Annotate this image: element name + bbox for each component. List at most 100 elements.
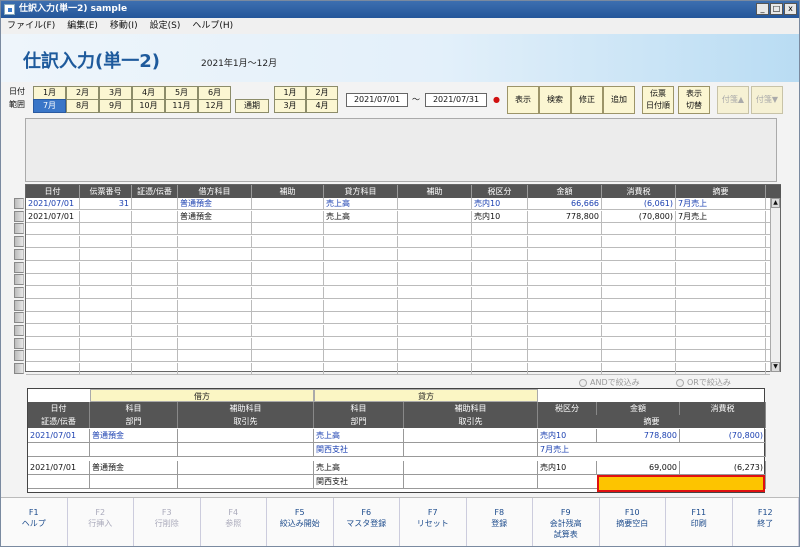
grid-column-header[interactable]: 補助 <box>398 185 472 198</box>
table-row[interactable]: 2021/07/01 普通預金 売上高 売内10 778,800 (70,800) 7月売上 <box>14 210 770 223</box>
grid-cell[interactable] <box>324 223 398 235</box>
table-row[interactable] <box>14 286 770 299</box>
table-row[interactable] <box>14 299 770 312</box>
grid-cell[interactable] <box>132 261 178 273</box>
grid-cell[interactable] <box>132 363 178 375</box>
detail-cell[interactable] <box>404 443 538 457</box>
grid-cell[interactable] <box>528 325 602 336</box>
row-selector[interactable] <box>14 261 24 273</box>
detail-cell[interactable]: 関西支社 <box>314 475 404 489</box>
grid-cell[interactable] <box>472 223 528 235</box>
sticky-up-button[interactable]: 付箋▲ <box>717 86 749 114</box>
grid-cell[interactable] <box>528 299 602 311</box>
function-key-f1[interactable]: F1 ヘルプ <box>1 498 68 546</box>
grid-cell[interactable] <box>26 248 80 260</box>
grid-cell[interactable] <box>178 363 252 375</box>
grid-cell[interactable] <box>252 261 324 273</box>
grid-cell[interactable] <box>676 299 766 311</box>
grid-cell[interactable] <box>80 312 132 324</box>
grid-column-header[interactable]: 補助 <box>252 185 324 198</box>
grid-cell[interactable] <box>178 261 252 273</box>
row-selector[interactable] <box>14 198 24 209</box>
detail-cell[interactable]: 普通預金 <box>90 429 178 443</box>
month-button[interactable]: 11月 <box>165 99 198 113</box>
grid-cell[interactable] <box>602 223 676 235</box>
grid-cell[interactable] <box>252 350 324 362</box>
grid-cell[interactable] <box>528 248 602 260</box>
grid-cell[interactable] <box>398 337 472 349</box>
grid-cell[interactable]: 普通預金 <box>178 210 252 222</box>
grid-cell[interactable] <box>324 363 398 375</box>
grid-cell[interactable] <box>472 261 528 273</box>
detail-cell[interactable]: 売内10 <box>538 461 597 475</box>
full-year-button[interactable]: 通期 <box>235 99 269 113</box>
detail-cell[interactable] <box>28 443 90 457</box>
grid-cell[interactable] <box>398 223 472 235</box>
grid-cell[interactable] <box>602 312 676 324</box>
grid-cell[interactable] <box>324 261 398 273</box>
grid-cell[interactable] <box>676 248 766 260</box>
grid-cell[interactable] <box>132 286 178 298</box>
function-key-f5[interactable]: F5 絞込み開始 <box>267 498 334 546</box>
minimize-button[interactable]: _ <box>756 3 769 15</box>
row-selector[interactable] <box>14 223 24 235</box>
grid-cell[interactable] <box>132 299 178 311</box>
grid-cell[interactable]: 778,800 <box>528 210 602 222</box>
grid-cell[interactable] <box>676 363 766 375</box>
grid-cell[interactable] <box>398 236 472 248</box>
month-button[interactable]: 2月 <box>66 86 99 100</box>
grid-cell[interactable]: 7月売上 <box>676 198 766 209</box>
grid-cell[interactable] <box>80 223 132 235</box>
row-selector[interactable] <box>14 210 24 222</box>
grid-cell[interactable] <box>178 350 252 362</box>
detail-cell[interactable]: 売上高 <box>314 461 404 475</box>
grid-cell[interactable] <box>80 261 132 273</box>
grid-cell[interactable] <box>676 236 766 248</box>
grid-cell[interactable] <box>324 299 398 311</box>
grid-cell[interactable] <box>602 299 676 311</box>
row-selector[interactable] <box>14 363 24 375</box>
function-key-f12[interactable]: F12 終了 <box>733 498 799 546</box>
scroll-down-icon[interactable]: ▼ <box>771 362 780 372</box>
function-key-f6[interactable]: F6 マスタ登録 <box>334 498 400 546</box>
grid-cell[interactable] <box>472 248 528 260</box>
grid-cell[interactable] <box>324 350 398 362</box>
grid-cell[interactable] <box>528 274 602 286</box>
detail-cell[interactable]: 売上高 <box>314 429 404 443</box>
grid-cell[interactable] <box>80 236 132 248</box>
grid-cell[interactable]: 31 <box>80 198 132 209</box>
date-from-input[interactable]: 2021/07/01 <box>346 93 408 107</box>
grid-column-header[interactable]: 証憑/伝番 <box>132 185 178 198</box>
month-button[interactable]: 6月 <box>198 86 231 100</box>
grid-column-header[interactable]: 消費税 <box>602 185 676 198</box>
grid-cell[interactable] <box>676 325 766 336</box>
grid-cell[interactable]: 2021/07/01 <box>26 210 80 222</box>
grid-cell[interactable] <box>80 350 132 362</box>
grid-cell[interactable] <box>528 350 602 362</box>
detail-cell[interactable] <box>178 475 314 489</box>
grid-cell[interactable] <box>324 325 398 336</box>
grid-cell[interactable] <box>324 286 398 298</box>
month-button[interactable]: 8月 <box>66 99 99 113</box>
detail-cell[interactable] <box>90 443 178 457</box>
or-filter-option[interactable]: ORで絞込み <box>676 377 731 388</box>
table-row[interactable] <box>14 236 770 249</box>
display-button[interactable]: 表示 <box>507 86 539 114</box>
modify-button[interactable]: 修正 <box>571 86 603 114</box>
row-selector[interactable] <box>14 299 24 311</box>
grid-column-header[interactable]: 伝票番号 <box>80 185 132 198</box>
grid-column-header[interactable]: 貸方科目 <box>324 185 398 198</box>
grid-cell[interactable] <box>132 274 178 286</box>
grid-cell[interactable]: (6,061) <box>602 198 676 209</box>
grid-cell[interactable] <box>178 236 252 248</box>
close-button[interactable]: x <box>784 3 797 15</box>
function-key-f7[interactable]: F7 リセット <box>400 498 467 546</box>
grid-cell[interactable] <box>252 198 324 209</box>
grid-cell[interactable] <box>252 248 324 260</box>
grid-cell[interactable] <box>178 248 252 260</box>
grid-cell[interactable] <box>676 350 766 362</box>
grid-cell[interactable] <box>528 286 602 298</box>
grid-cell[interactable] <box>178 223 252 235</box>
grid-cell[interactable]: (70,800) <box>602 210 676 222</box>
grid-cell[interactable] <box>80 337 132 349</box>
